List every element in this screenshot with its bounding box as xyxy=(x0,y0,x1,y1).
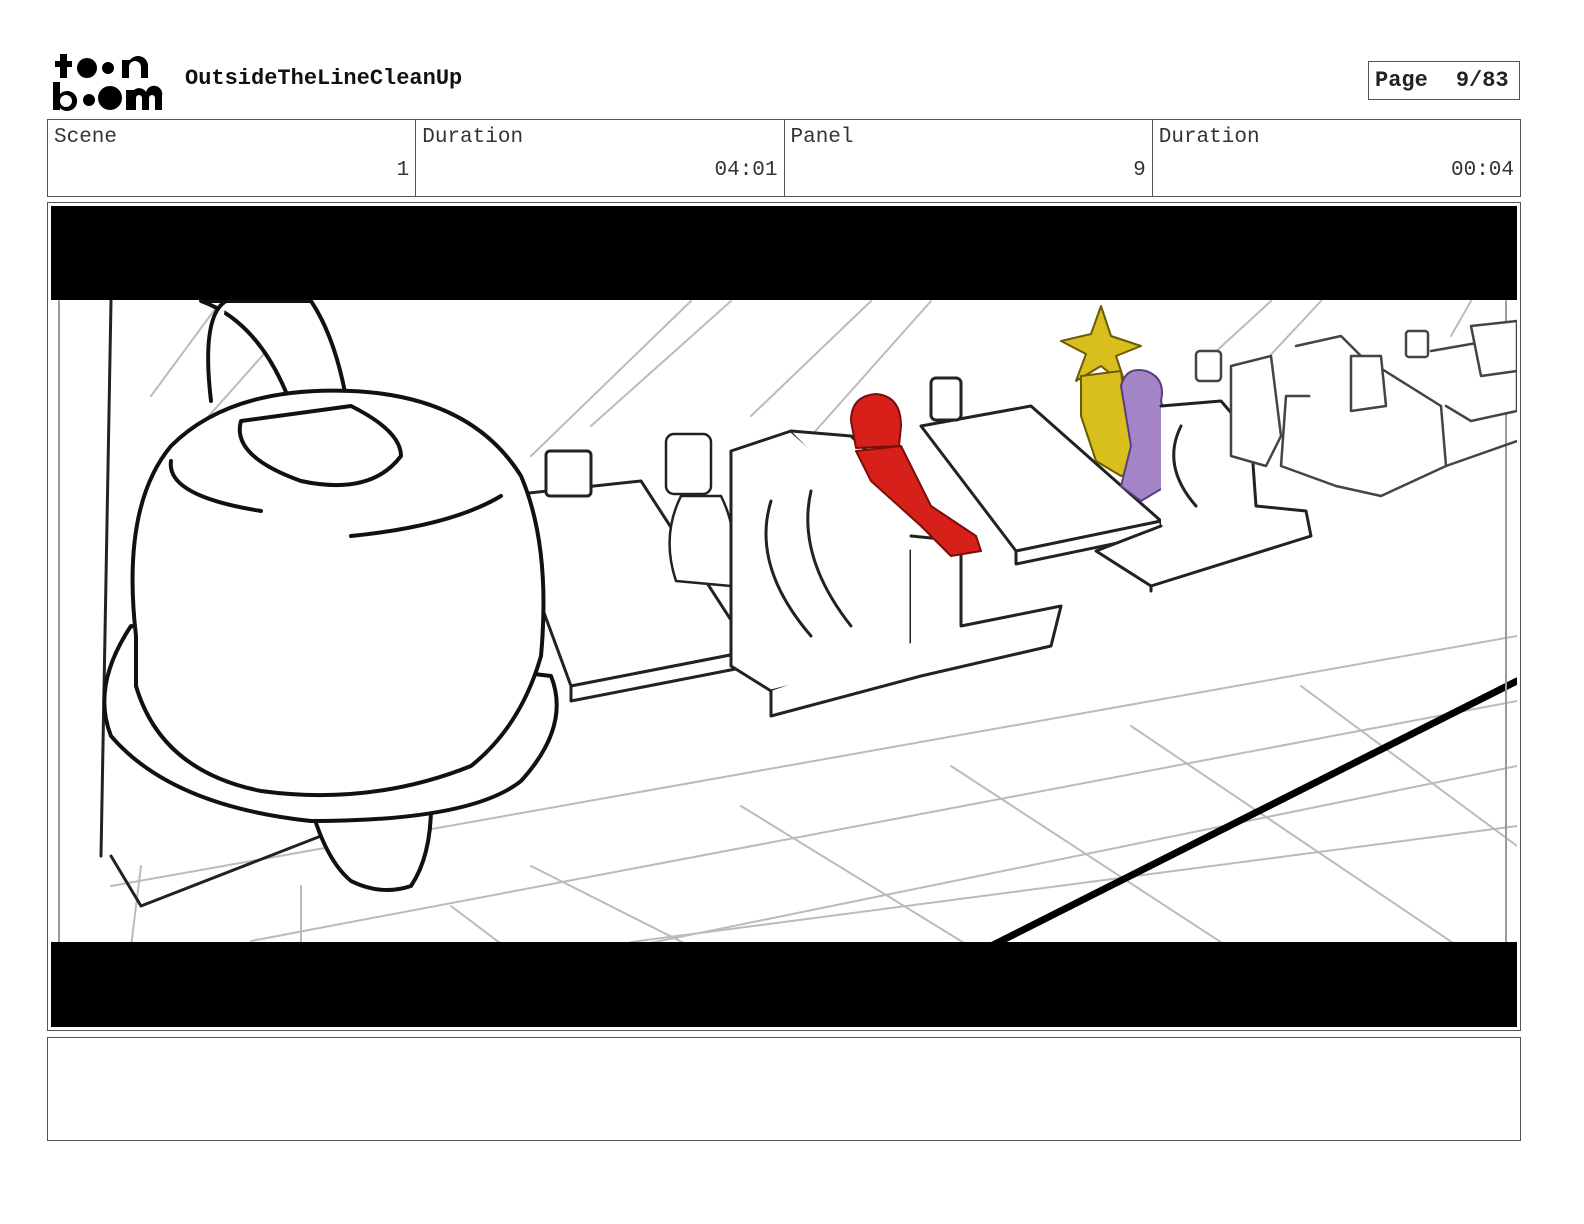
project-title: OutsideTheLineCleanUp xyxy=(185,66,463,91)
scene-duration-value: 04:01 xyxy=(714,159,778,182)
panel-duration-cell: Duration 00:04 xyxy=(1153,120,1520,196)
scene-duration-label: Duration xyxy=(422,126,524,149)
scene-cell: Scene 1 xyxy=(48,120,417,196)
page-indicator: Page 9/83 xyxy=(1368,61,1520,100)
panel-duration-label: Duration xyxy=(1158,126,1260,149)
panel-duration-value: 00:04 xyxy=(1450,159,1514,182)
page-label: Page xyxy=(1375,68,1428,93)
letterbox-bottom xyxy=(51,942,1517,1027)
letterbox-top xyxy=(51,206,1517,300)
scene-value: 1 xyxy=(396,159,410,182)
panel-info-row: Scene 1 Duration 04:01 Panel 9 Duration … xyxy=(47,119,1521,197)
page-number: 9/83 xyxy=(1455,68,1509,93)
toon-boom-logo xyxy=(53,54,163,111)
storyboard-panel-image xyxy=(51,206,1517,1027)
panel-value: 9 xyxy=(1133,159,1146,182)
scene-label: Scene xyxy=(54,126,118,149)
panel-notes-box xyxy=(47,1037,1521,1141)
scene-duration-cell: Duration 04:01 xyxy=(416,120,785,196)
panel-cell: Panel 9 xyxy=(785,120,1153,196)
panel-label: Panel xyxy=(790,126,854,149)
